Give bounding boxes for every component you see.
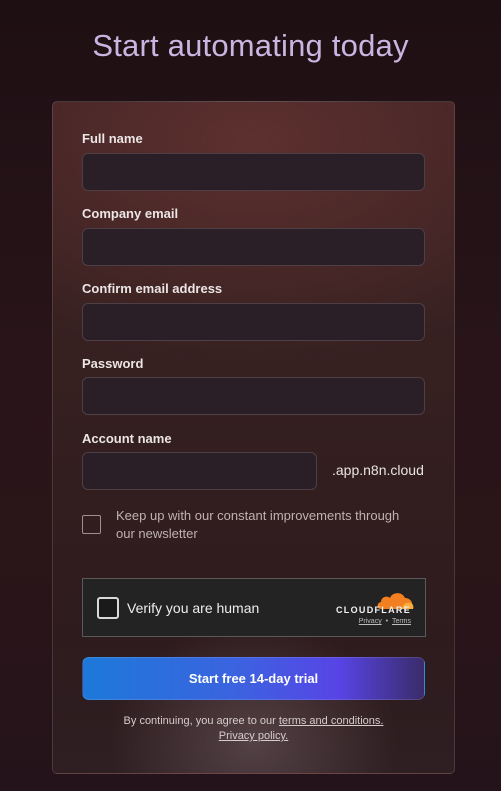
full-name-label: Full name xyxy=(82,131,143,146)
captcha-link-separator: • xyxy=(385,618,389,625)
account-name-label: Account name xyxy=(82,431,172,446)
captcha-terms-link[interactable]: Terms xyxy=(392,618,411,625)
confirm-email-label: Confirm email address xyxy=(82,281,223,296)
cloudflare-wordmark: CLOUDFLARE xyxy=(336,605,411,615)
start-trial-button[interactable]: Start free 14-day trial xyxy=(82,657,425,700)
newsletter-checkbox[interactable] xyxy=(82,515,101,534)
captcha-links: Privacy • Terms xyxy=(359,618,411,625)
account-domain-suffix: .app.n8n.cloud xyxy=(332,462,424,478)
newsletter-label: Keep up with our constant improvements t… xyxy=(116,508,400,541)
captcha-widget: Verify you are human CLOUDFLARE Privacy … xyxy=(82,578,426,637)
terms-link[interactable]: terms and conditions. xyxy=(279,715,384,727)
page-title: Start automating today xyxy=(92,28,409,63)
legal-notice: By continuing, you agree to our terms an… xyxy=(82,714,425,744)
company-email-label: Company email xyxy=(82,206,179,221)
company-email-input[interactable] xyxy=(82,228,425,266)
password-input[interactable] xyxy=(82,377,425,415)
captcha-checkbox[interactable] xyxy=(97,597,119,619)
captcha-label: Verify you are human xyxy=(127,600,260,616)
full-name-input[interactable] xyxy=(82,153,425,191)
captcha-privacy-link[interactable]: Privacy xyxy=(359,618,382,625)
legal-prefix: By continuing, you agree to our xyxy=(123,715,276,727)
privacy-policy-link[interactable]: Privacy policy. xyxy=(219,730,288,742)
password-label: Password xyxy=(82,356,144,371)
confirm-email-input[interactable] xyxy=(82,303,425,341)
account-name-input[interactable] xyxy=(82,452,317,490)
